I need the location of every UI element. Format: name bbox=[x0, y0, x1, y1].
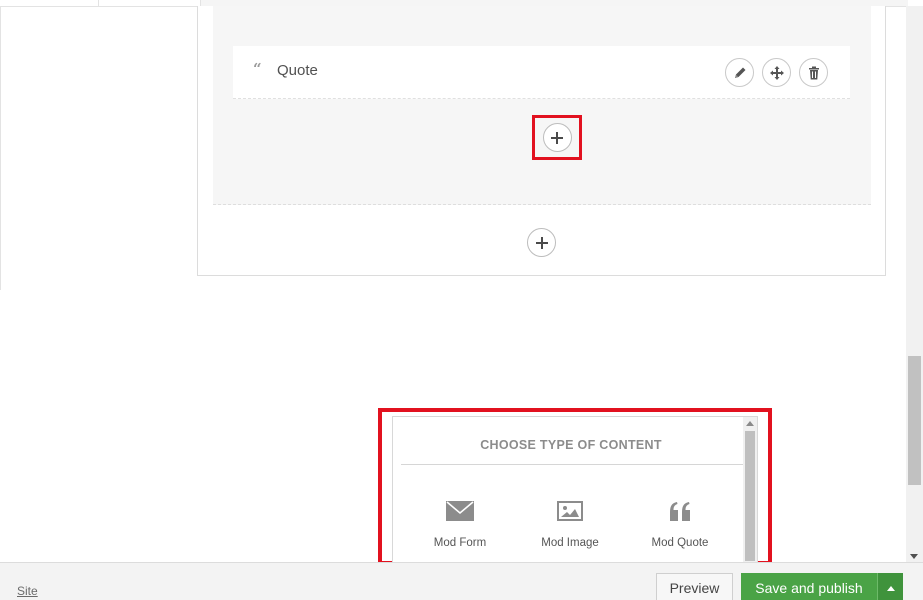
edit-button[interactable] bbox=[725, 58, 754, 87]
move-button[interactable] bbox=[762, 58, 791, 87]
quote-icon bbox=[670, 502, 690, 521]
scroll-down-icon[interactable] bbox=[910, 554, 918, 559]
chooser-highlight: CHOOSE TYPE OF CONTENT Mod Form Mod Imag… bbox=[378, 408, 772, 566]
chooser-divider bbox=[401, 464, 744, 465]
page: “ Quote CHOOSE TYPE OF CONTENT Mod Form … bbox=[0, 0, 923, 600]
row-actions bbox=[725, 58, 828, 87]
content-type-mod-form[interactable]: Mod Form bbox=[415, 497, 505, 549]
caret-up-icon bbox=[886, 585, 895, 591]
publish-options-button[interactable] bbox=[877, 573, 903, 600]
plus-icon bbox=[535, 236, 548, 249]
content-item-label: Quote bbox=[277, 62, 318, 79]
add-row-button[interactable] bbox=[527, 228, 556, 257]
site-link[interactable]: Site bbox=[17, 584, 38, 598]
image-icon bbox=[557, 501, 583, 521]
chooser-scrollbar[interactable] bbox=[743, 417, 757, 565]
grid-cell: “ Quote bbox=[213, 6, 871, 205]
content-type-mod-image[interactable]: Mod Image bbox=[525, 497, 615, 549]
save-and-publish-button[interactable]: Save and publish bbox=[741, 573, 877, 600]
scrollbar-thumb[interactable] bbox=[908, 356, 921, 485]
content-type-label: Mod Image bbox=[541, 537, 599, 549]
grid-editor: “ Quote bbox=[197, 6, 886, 276]
delete-button[interactable] bbox=[799, 58, 828, 87]
page-scrollbar[interactable] bbox=[906, 6, 923, 562]
pencil-icon bbox=[734, 67, 745, 78]
plus-icon bbox=[551, 131, 563, 144]
envelope-icon bbox=[446, 501, 474, 521]
content-type-label: Mod Form bbox=[433, 537, 487, 549]
move-arrows-icon bbox=[769, 65, 784, 80]
chooser-scrollbar-thumb[interactable] bbox=[745, 431, 755, 561]
content-item-quote[interactable]: “ Quote bbox=[233, 46, 850, 99]
chooser-title: CHOOSE TYPE OF CONTENT bbox=[480, 438, 662, 452]
add-content-highlight bbox=[532, 115, 582, 160]
content-type-chooser: CHOOSE TYPE OF CONTENT Mod Form Mod Imag… bbox=[392, 416, 758, 566]
trash-icon bbox=[808, 66, 819, 79]
add-content-button[interactable] bbox=[542, 123, 572, 152]
scroll-up-icon[interactable] bbox=[746, 421, 754, 426]
footer-bar: Site Preview Save and publish bbox=[0, 562, 923, 600]
preview-button[interactable]: Preview bbox=[656, 573, 733, 600]
quote-icon: “ bbox=[253, 60, 262, 78]
content-type-label: Mod Quote bbox=[651, 537, 709, 549]
content-type-mod-quote[interactable]: Mod Quote bbox=[635, 497, 725, 549]
left-divider bbox=[0, 7, 1, 290]
